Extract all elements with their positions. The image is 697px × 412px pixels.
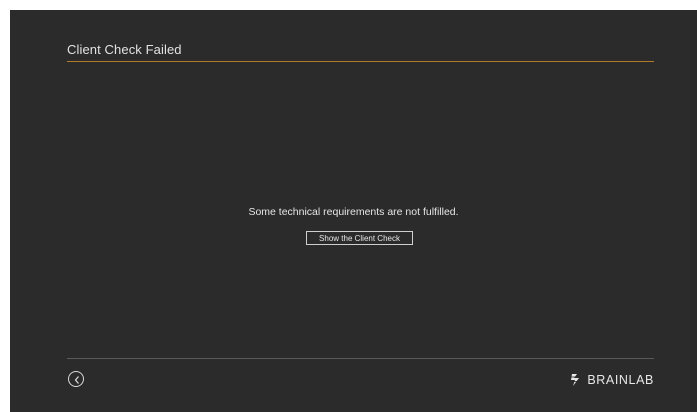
page-title: Client Check Failed — [67, 42, 182, 57]
brainlab-logo: BRAINLAB — [569, 372, 654, 388]
title-divider — [67, 61, 654, 62]
show-client-check-button[interactable]: Show the Client Check — [306, 231, 413, 245]
client-check-screen: Client Check Failed Some technical requi… — [10, 10, 697, 412]
error-message: Some technical requirements are not fulf… — [248, 206, 459, 218]
brainlab-logo-mark-icon — [569, 373, 583, 387]
back-button[interactable] — [68, 371, 84, 387]
brand-name: BRAINLAB — [587, 373, 654, 387]
chevron-left-icon — [74, 376, 79, 384]
footer-divider — [67, 358, 654, 359]
